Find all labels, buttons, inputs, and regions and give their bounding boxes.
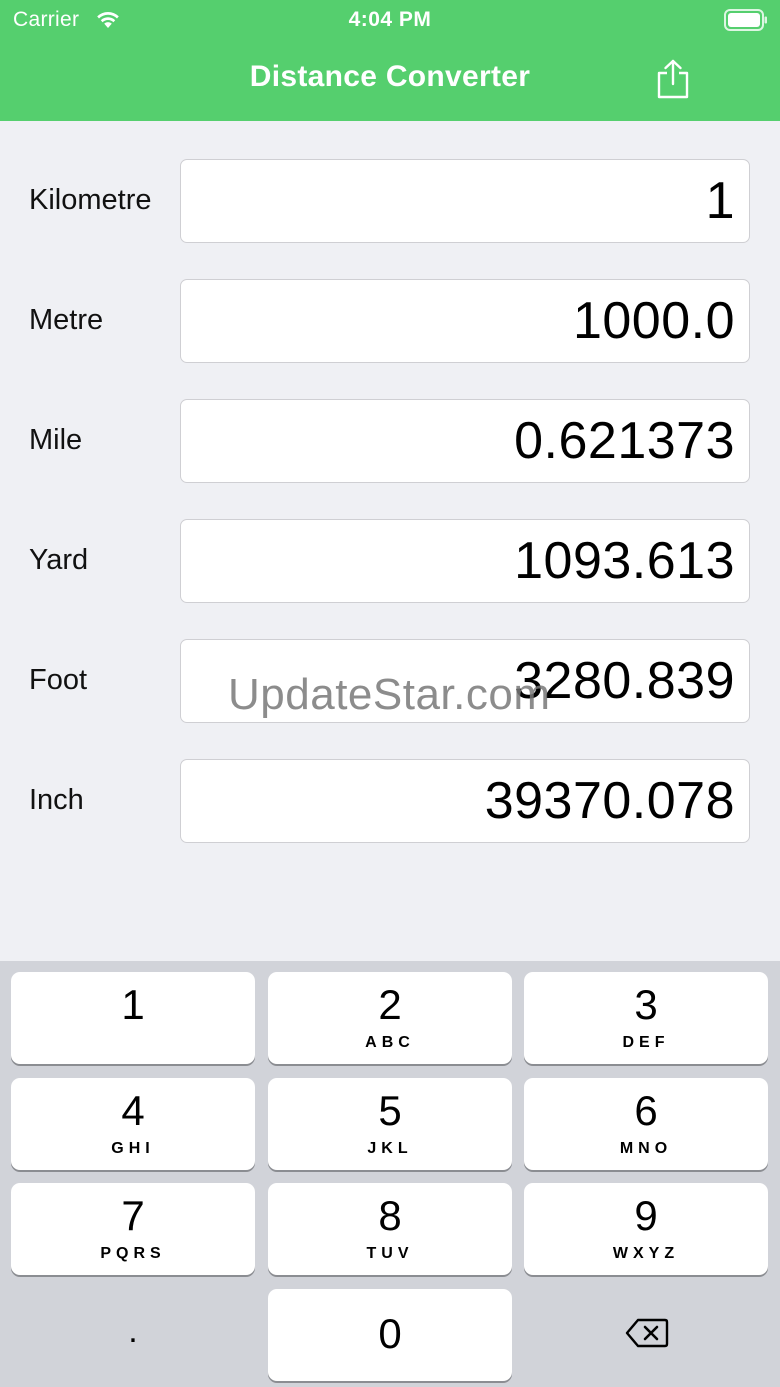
yard-label: Yard [29, 544, 89, 576]
yard-input[interactable]: 1093.613 [180, 519, 750, 603]
battery-icon [724, 9, 767, 31]
key-letters: PQRS [100, 1245, 166, 1262]
kilometre-input[interactable]: 1 [180, 159, 750, 243]
key-letters: WXYZ [612, 1245, 680, 1262]
row-mile: Mile 0.621373 [0, 399, 780, 485]
key-digit: 6 [634, 1087, 658, 1134]
numeric-keypad: 1 2 ABC 3 DEF 4 GHI 5 JKL 6 MNO 7 PQRS 8… [0, 961, 780, 1387]
status-time: 4:04 PM [348, 8, 432, 31]
key-letters: DEF [622, 1034, 670, 1051]
key-digit: 4 [121, 1087, 145, 1134]
mile-label: Mile [29, 424, 83, 456]
status-bar: Carrier 4:04 PM [0, 0, 780, 40]
row-kilometre: Kilometre 1 [0, 159, 780, 245]
metre-label: Metre [29, 304, 104, 336]
key-digit: 8 [378, 1192, 402, 1239]
app-header: Carrier 4:04 PM Distance Converter [0, 0, 780, 121]
key-letters: JKL [367, 1140, 413, 1157]
key-digit: 5 [378, 1087, 402, 1134]
key-1[interactable]: 1 [11, 972, 255, 1064]
key-8[interactable]: 8 TUV [268, 1183, 512, 1275]
key-digit: 0 [378, 1310, 402, 1357]
key-letters: TUV [366, 1245, 414, 1262]
key-0[interactable]: 0 [268, 1289, 512, 1381]
share-icon[interactable] [655, 58, 691, 100]
row-inch: Inch 39370.078 [0, 759, 780, 845]
key-digit: 1 [121, 981, 145, 1028]
key-letters: ABC [365, 1034, 415, 1051]
foot-label: Foot [29, 664, 88, 696]
key-5[interactable]: 5 JKL [268, 1078, 512, 1170]
key-6[interactable]: 6 MNO [524, 1078, 768, 1170]
kilometre-label: Kilometre [29, 184, 152, 216]
key-2[interactable]: 2 ABC [268, 972, 512, 1064]
inch-input[interactable]: 39370.078 [180, 759, 750, 843]
watermark: UpdateStar.com [228, 670, 551, 719]
key-letters: GHI [111, 1140, 155, 1157]
row-metre: Metre 1000.0 [0, 279, 780, 365]
delete-key[interactable] [524, 1289, 768, 1381]
key-decimal-point[interactable]: . [11, 1289, 255, 1381]
metre-input[interactable]: 1000.0 [180, 279, 750, 363]
inch-label: Inch [29, 784, 84, 816]
key-digit: 7 [121, 1192, 145, 1239]
key-digit: 9 [634, 1192, 658, 1239]
mile-input[interactable]: 0.621373 [180, 399, 750, 483]
key-9[interactable]: 9 WXYZ [524, 1183, 768, 1275]
key-7[interactable]: 7 PQRS [11, 1183, 255, 1275]
key-4[interactable]: 4 GHI [11, 1078, 255, 1170]
key-3[interactable]: 3 DEF [524, 972, 768, 1064]
key-digit: 3 [634, 981, 658, 1028]
key-letters: MNO [619, 1140, 673, 1157]
key-digit: 2 [378, 981, 402, 1028]
backspace-icon [625, 1318, 669, 1348]
row-yard: Yard 1093.613 [0, 519, 780, 605]
